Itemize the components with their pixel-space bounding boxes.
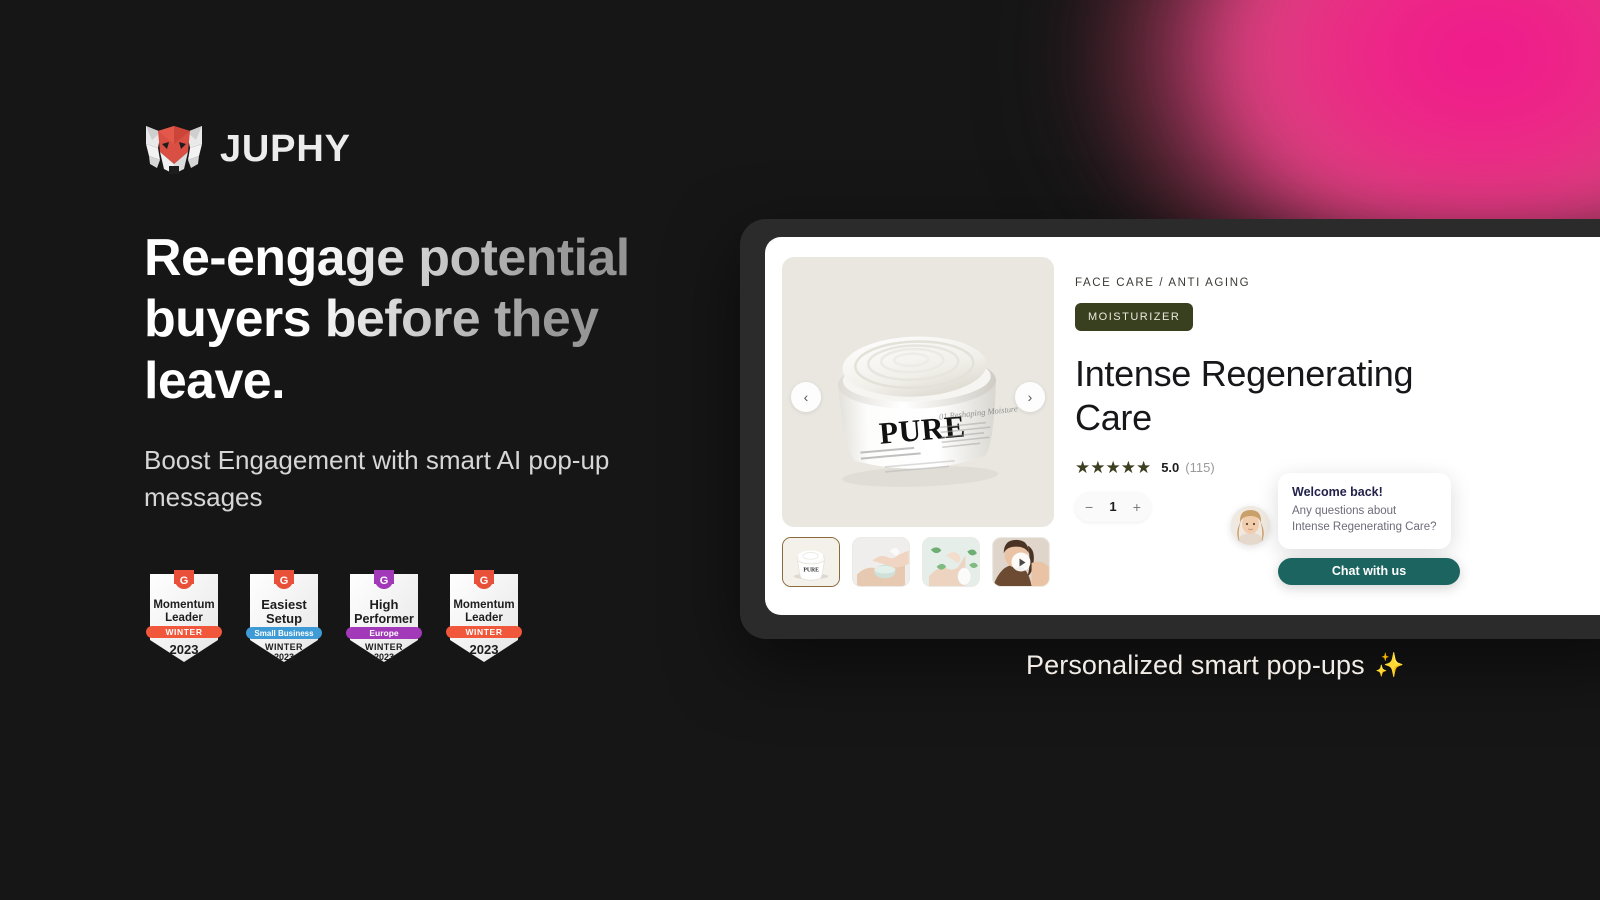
caption: Personalized smart pop-ups ✨ — [1026, 650, 1405, 681]
quantity-decrease-button[interactable]: − — [1085, 500, 1093, 514]
svg-text:G: G — [480, 575, 489, 587]
rating-count: (115) — [1185, 459, 1215, 475]
quantity-increase-button[interactable]: + — [1133, 500, 1141, 514]
svg-text:Easiest: Easiest — [261, 597, 307, 612]
svg-text:High: High — [370, 597, 399, 612]
cream-jar-icon: PURE 01 Reshaping Moisture — [838, 336, 1018, 488]
chat-line-2: Intense Regenerating Care? — [1292, 521, 1437, 534]
page-title: Re-engage potential buyers before they l… — [144, 228, 684, 412]
svg-text:G: G — [380, 575, 389, 587]
svg-text:2023: 2023 — [374, 652, 394, 662]
brand-logo[interactable]: JUPHY — [144, 118, 700, 180]
svg-text:Performer: Performer — [354, 612, 414, 626]
avatar — [1231, 505, 1270, 545]
svg-text:G: G — [180, 575, 189, 587]
thumbnail-hands-cream[interactable] — [852, 537, 910, 587]
badge-easiest-setup: G Easiest Setup Small Business WINTER 20… — [244, 568, 324, 666]
svg-text:Momentum: Momentum — [153, 599, 214, 611]
badge-momentum-leader-winter: G Momentum Leader WINTER 2023 — [144, 568, 224, 666]
device-frame: PURE 01 Reshaping Moisture ‹ › PURE FACE… — [740, 219, 1600, 639]
svg-text:2023: 2023 — [470, 642, 499, 657]
g2-badge-icon: G High Performer Europe WINTER 2023 — [346, 569, 422, 662]
svg-text:G: G — [280, 575, 289, 587]
thumbnail-strip: PURE — [782, 537, 1050, 587]
fox-logo-icon — [146, 126, 202, 174]
award-badge-list: G Momentum Leader WINTER 2023 G Easiest … — [144, 568, 700, 666]
sparkles-icon: ✨ — [1374, 652, 1405, 679]
svg-text:Small Business: Small Business — [254, 629, 314, 638]
badge-high-performer-europe: G High Performer Europe WINTER 2023 — [344, 568, 424, 666]
svg-text:Setup: Setup — [266, 611, 302, 626]
chat-title: Welcome back! — [1292, 485, 1383, 499]
rating-value: 5.0 — [1161, 459, 1180, 475]
svg-text:2023: 2023 — [170, 642, 199, 657]
gallery-prev-button[interactable]: ‹ — [791, 382, 821, 412]
hands-cream-thumb-icon — [853, 538, 909, 586]
leaves-thumb-icon — [923, 538, 979, 586]
orange-gradient-glow — [930, 600, 1600, 900]
svg-text:WINTER: WINTER — [465, 627, 502, 637]
svg-text:Leader: Leader — [465, 612, 503, 624]
svg-text:2023: 2023 — [274, 652, 294, 662]
svg-text:Europe: Europe — [369, 628, 399, 638]
product-title: Intense Regenerating Care — [1075, 353, 1414, 438]
breadcrumb: FACE CARE / ANTI AGING — [1075, 277, 1251, 289]
quantity-value: 1 — [1109, 499, 1117, 515]
play-icon — [1011, 552, 1031, 572]
chat-bubble: Welcome back! Any questions about Intens… — [1278, 473, 1451, 549]
svg-text:WINTER: WINTER — [165, 627, 202, 637]
chat-widget: Welcome back! Any questions about Intens… — [1231, 473, 1460, 585]
svg-text:WINTER: WINTER — [365, 642, 403, 652]
thumbnail-jar[interactable]: PURE — [782, 537, 840, 587]
thumbnail-leaves[interactable] — [922, 537, 980, 587]
quantity-stepper[interactable]: − 1 + — [1075, 491, 1151, 522]
hero-text-column: JUPHY Re-engage potential buyers before … — [0, 0, 700, 900]
gallery-next-button[interactable]: › — [1015, 382, 1045, 412]
product-gallery: PURE 01 Reshaping Moisture ‹ › — [782, 257, 1054, 527]
badge-momentum-leader-winter-2: G Momentum Leader WINTER 2023 — [444, 568, 524, 666]
caption-text: Personalized smart pop-ups — [1026, 650, 1365, 680]
g2-badge-icon: G Momentum Leader WINTER 2023 — [446, 569, 522, 662]
agent-avatar-icon — [1231, 505, 1270, 545]
product-page-screen: PURE 01 Reshaping Moisture ‹ › PURE FACE… — [765, 237, 1600, 615]
svg-text:Leader: Leader — [165, 612, 203, 624]
svg-text:PURE: PURE — [803, 568, 819, 574]
svg-text:WINTER: WINTER — [265, 642, 303, 652]
star-rating-icon: ★★★★★ — [1075, 457, 1152, 477]
thumbnail-video[interactable] — [992, 537, 1050, 587]
brand-name: JUPHY — [220, 127, 351, 170]
hero-page: JUPHY Re-engage potential buyers before … — [0, 0, 1600, 900]
chat-line-1: Any questions about — [1292, 505, 1397, 517]
jar-thumb-icon: PURE — [783, 538, 839, 586]
chat-with-us-button[interactable]: Chat with us — [1278, 557, 1460, 585]
g2-badge-icon: G Momentum Leader WINTER 2023 — [146, 569, 222, 662]
g2-badge-icon: G Easiest Setup Small Business WINTER 20… — [246, 569, 322, 662]
svg-text:Momentum: Momentum — [453, 599, 514, 611]
chat-message-row: Welcome back! Any questions about Intens… — [1231, 473, 1451, 549]
product-image-jar: PURE 01 Reshaping Moisture — [807, 301, 1028, 493]
hero-subtitle: Boost Engagement with smart AI pop-up me… — [144, 445, 610, 512]
category-pill: MOISTURIZER — [1075, 303, 1194, 331]
